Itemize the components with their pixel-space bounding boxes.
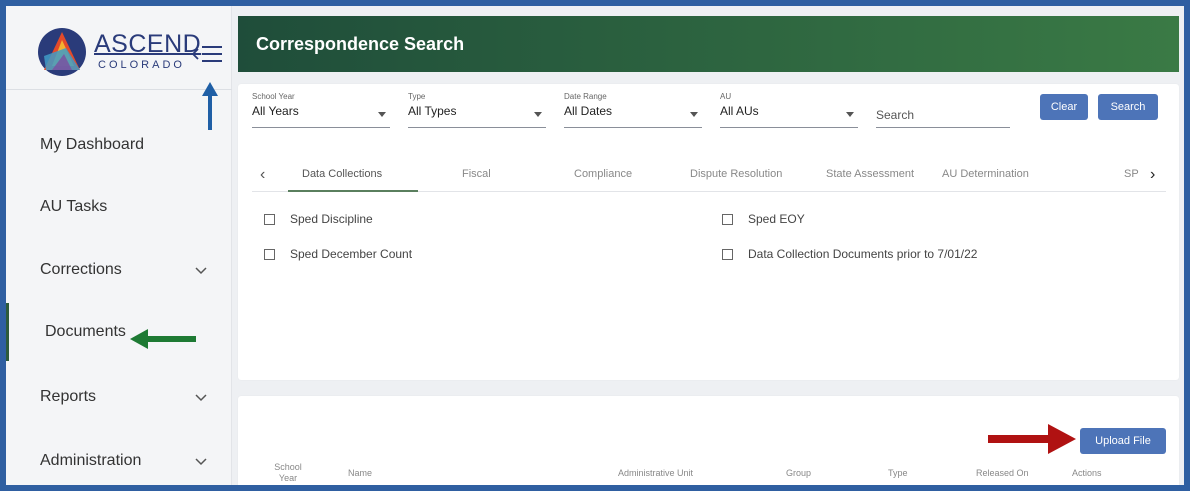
sidebar-item-corrections[interactable]: Corrections xyxy=(6,241,232,299)
column-header-actions[interactable]: Actions xyxy=(1072,468,1102,478)
checkbox-sped-eoy[interactable]: Sped EOY xyxy=(722,212,805,226)
caret-down-icon xyxy=(534,112,542,117)
column-header-type[interactable]: Type xyxy=(888,468,908,478)
tabs-prev-icon[interactable]: ‹ xyxy=(260,166,265,184)
checkbox-label: Sped December Count xyxy=(290,247,413,261)
sidebar-item-label: Administration xyxy=(40,452,142,469)
brand-name: ASCEND xyxy=(94,30,202,58)
au-value: All AUs xyxy=(720,104,759,118)
checkbox-label: Data Collection Documents prior to 7/01/… xyxy=(748,247,978,261)
tab-fiscal[interactable]: Fiscal xyxy=(462,168,491,180)
logo-area: ASCEND COLORADO xyxy=(6,6,232,90)
sidebar-item-au-tasks[interactable]: AU Tasks xyxy=(6,178,232,236)
sidebar-item-label: Documents xyxy=(45,323,126,340)
checkbox-sped-december-count[interactable]: Sped December Count xyxy=(264,247,412,261)
tab-data-collections[interactable]: Data Collections xyxy=(302,168,382,180)
checkbox-data-collection-prior[interactable]: Data Collection Documents prior to 7/01/… xyxy=(722,247,977,261)
tab-au-determination[interactable]: AU Determination xyxy=(942,168,1029,180)
tab-sp[interactable]: SP xyxy=(1124,168,1139,180)
date-range-label: Date Range xyxy=(564,92,607,101)
search-button[interactable]: Search xyxy=(1098,94,1158,120)
school-year-value: All Years xyxy=(252,104,299,118)
collapse-menu-icon xyxy=(191,46,222,62)
page-header: Correspondence Search xyxy=(238,16,1179,72)
upload-file-button[interactable]: Upload File xyxy=(1080,428,1166,454)
filters-card: School Year All Years Type All Types Dat… xyxy=(238,84,1179,380)
chevron-down-icon xyxy=(195,394,207,402)
sidebar-item-reports[interactable]: Reports xyxy=(6,368,232,426)
au-label: AU xyxy=(720,92,732,101)
caret-down-icon xyxy=(846,112,854,117)
sidebar: ASCEND COLORADO My Dashboard AU Tasks Co… xyxy=(6,6,232,485)
chevron-down-icon xyxy=(195,267,207,275)
column-header-school-year[interactable]: School Year xyxy=(268,462,308,484)
sidebar-item-label: AU Tasks xyxy=(40,198,108,215)
app-window: ASCEND COLORADO My Dashboard AU Tasks Co… xyxy=(6,6,1184,485)
page-title: Correspondence Search xyxy=(256,33,465,54)
clear-button[interactable]: Clear xyxy=(1040,94,1088,120)
date-range-value: All Dates xyxy=(564,104,613,118)
checkbox-label: Sped Discipline xyxy=(290,212,373,226)
school-year-select[interactable]: School Year All Years xyxy=(252,92,390,128)
collapse-menu-button[interactable] xyxy=(190,40,224,68)
column-header-group[interactable]: Group xyxy=(786,468,811,478)
sidebar-item-label: My Dashboard xyxy=(40,136,145,153)
active-tab-indicator xyxy=(288,190,418,192)
school-year-label: School Year xyxy=(252,92,295,101)
results-card: Upload File School Year Name Administrat… xyxy=(238,396,1179,485)
checkbox-sped-discipline[interactable]: Sped Discipline xyxy=(264,212,373,226)
sidebar-item-label: Corrections xyxy=(40,261,122,278)
ascend-logo-icon xyxy=(38,28,86,76)
column-header-name[interactable]: Name xyxy=(348,468,372,478)
column-header-released-on[interactable]: Released On xyxy=(976,468,1029,478)
tab-dispute-resolution[interactable]: Dispute Resolution xyxy=(690,168,782,180)
sidebar-item-documents[interactable]: Documents xyxy=(6,303,232,361)
category-tabs: ‹ Data Collections Fiscal Compliance Dis… xyxy=(252,158,1166,192)
checkbox-icon xyxy=(264,213,275,225)
type-value: All Types xyxy=(408,104,457,118)
tab-state-assessment[interactable]: State Assessment xyxy=(826,168,914,180)
tab-compliance[interactable]: Compliance xyxy=(574,168,632,180)
type-select[interactable]: Type All Types xyxy=(408,92,546,128)
checkbox-icon xyxy=(722,213,733,225)
red-arrow-annotation-icon xyxy=(988,424,1076,454)
date-range-select[interactable]: Date Range All Dates xyxy=(564,92,702,128)
search-input[interactable] xyxy=(876,102,1010,128)
caret-down-icon xyxy=(378,112,386,117)
green-arrow-annotation-icon xyxy=(130,329,196,349)
sidebar-item-label: Reports xyxy=(40,388,97,405)
caret-down-icon xyxy=(690,112,698,117)
checkbox-label: Sped EOY xyxy=(748,212,805,226)
chevron-down-icon xyxy=(195,458,207,466)
sidebar-item-my-dashboard[interactable]: My Dashboard xyxy=(6,116,232,174)
type-label: Type xyxy=(408,92,426,101)
column-header-administrative-unit[interactable]: Administrative Unit xyxy=(618,468,693,478)
checkbox-icon xyxy=(264,248,275,260)
sidebar-item-administration[interactable]: Administration xyxy=(6,432,232,485)
brand-subtitle: COLORADO xyxy=(98,59,185,71)
tabs-next-icon[interactable]: › xyxy=(1150,166,1155,184)
au-select[interactable]: AU All AUs xyxy=(720,92,858,128)
checkbox-icon xyxy=(722,248,733,260)
